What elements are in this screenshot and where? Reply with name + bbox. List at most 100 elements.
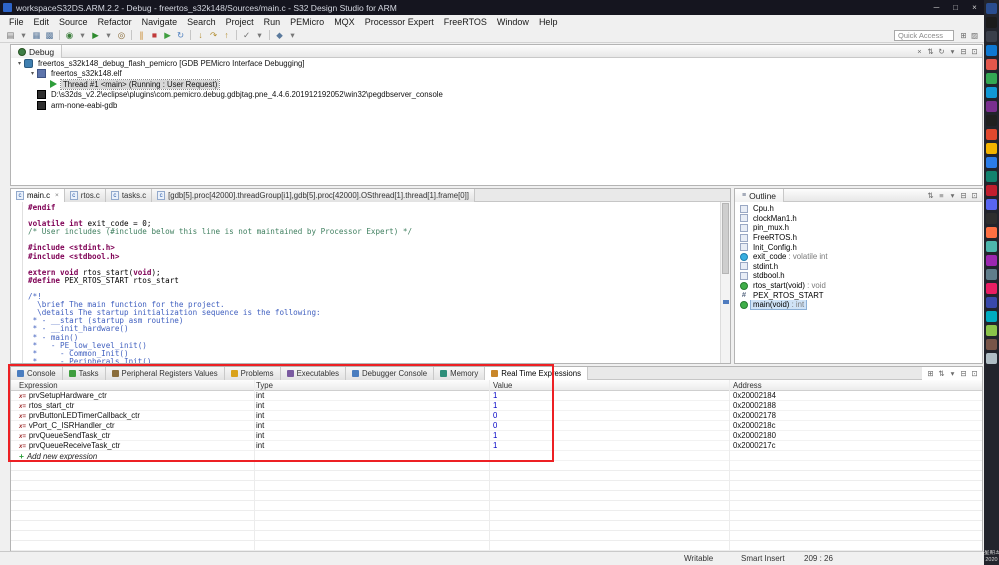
taskbar-app-icon[interactable]	[986, 185, 997, 196]
editor-tab--gdb-5-proc-42000-thread[interactable]: c [gdb[5].proc[42000].threadGroup[i1],gdb…	[152, 189, 475, 202]
column-separator[interactable]	[489, 380, 490, 550]
menu-source[interactable]: Source	[54, 17, 93, 27]
dropdown-icon[interactable]: ▾	[17, 29, 30, 42]
tab-real-time-expressions[interactable]: Real Time Expressions	[485, 367, 588, 380]
menu-help[interactable]: Help	[534, 17, 563, 27]
expression-row[interactable]: x= rtos_start_ctr int 1 0x20002188	[11, 401, 982, 411]
view-menu-icon[interactable]: ▾	[947, 369, 958, 378]
taskbar-app-icon[interactable]	[986, 59, 997, 70]
minimize-button[interactable]: ─	[927, 0, 946, 15]
scrollbar-thumb[interactable]	[722, 203, 729, 274]
step-into-icon[interactable]: ↓	[194, 29, 207, 42]
menu-mqx[interactable]: MQX	[329, 17, 360, 27]
tab-debugger-console[interactable]: Debugger Console	[346, 367, 435, 380]
minimize-icon[interactable]: ⊟	[958, 191, 969, 200]
taskbar-app-icon[interactable]	[986, 269, 997, 280]
column-header-expression[interactable]: Expression	[19, 380, 58, 391]
tab-tasks[interactable]: Tasks	[62, 367, 106, 380]
menu-refactor[interactable]: Refactor	[93, 17, 137, 27]
new-wizard-icon[interactable]: ▤	[4, 29, 17, 42]
taskbar-app-icon[interactable]	[986, 129, 997, 140]
taskbar-app-icon[interactable]	[986, 45, 997, 56]
outline-item[interactable]: Cpu.h	[735, 204, 982, 214]
minimize-icon[interactable]: ⊟	[958, 47, 969, 56]
taskbar-app-icon[interactable]	[986, 115, 997, 126]
debug-icon[interactable]: ◉	[63, 29, 76, 42]
taskbar-app-icon[interactable]	[986, 283, 997, 294]
column-header-type[interactable]: Type	[256, 380, 273, 391]
taskbar-app-icon[interactable]	[986, 101, 997, 112]
view-menu-icon[interactable]: ▾	[947, 47, 958, 56]
outline-item[interactable]: stdint.h	[735, 262, 982, 272]
collapse-all-icon[interactable]: ⇅	[936, 369, 947, 378]
tab-console[interactable]: Console	[11, 367, 63, 380]
taskbar-app-icon[interactable]	[986, 241, 997, 252]
close-button[interactable]: ×	[965, 0, 984, 15]
column-header-address[interactable]: Address	[733, 380, 762, 391]
taskbar-clock[interactable]: 星期五 2020	[984, 550, 999, 563]
dropdown-icon[interactable]: ▾	[76, 29, 89, 42]
profile-icon[interactable]: ◎	[115, 29, 128, 42]
minimize-icon[interactable]: ⊟	[958, 369, 969, 378]
maximize-icon[interactable]: ⊡	[969, 47, 980, 56]
run-icon[interactable]: ▶	[89, 29, 102, 42]
menu-run[interactable]: Run	[259, 17, 286, 27]
taskbar-app-icon[interactable]	[986, 143, 997, 154]
taskbar-app-icon[interactable]	[986, 171, 997, 182]
expression-row[interactable]: x= prvQueueSendTask_ctr int 1 0x20002180	[11, 431, 982, 441]
taskbar-app-icon[interactable]	[986, 325, 997, 336]
code-area[interactable]: #endif volatile int exit_code = 0;/* Use…	[28, 204, 719, 363]
taskbar-app-icon[interactable]	[986, 353, 997, 364]
column-header-value[interactable]: Value	[493, 380, 512, 391]
remove-terminated-icon[interactable]: ×	[914, 47, 925, 56]
debug-tree-item[interactable]: Thread #1 <main> (Running : User Request…	[11, 79, 982, 90]
expression-row[interactable]: x= vPort_C_ISRHandler_ctr int 0 0x2000218c	[11, 421, 982, 431]
tab-debug[interactable]: Debug	[11, 45, 63, 58]
editor-tab-main-c[interactable]: c main.c ×	[11, 189, 65, 202]
taskbar-app-icon[interactable]	[986, 199, 997, 210]
outline-item[interactable]: clockMan1.h	[735, 214, 982, 224]
taskbar-app-icon[interactable]	[986, 339, 997, 350]
external-tools-icon[interactable]: ◆	[273, 29, 286, 42]
dropdown-icon[interactable]: ▾	[102, 29, 115, 42]
resume-icon[interactable]: ▶	[161, 29, 174, 42]
dropdown-icon[interactable]: ▾	[253, 29, 266, 42]
tab-outline[interactable]: ≡ Outline	[735, 189, 785, 202]
column-separator[interactable]	[729, 380, 730, 550]
step-over-icon[interactable]: ↷	[207, 29, 220, 42]
taskbar-app-icon[interactable]	[986, 73, 997, 84]
debug-tree-item[interactable]: D:\s32ds_v2.2\eclipse\plugins\com.pemicr…	[11, 90, 982, 101]
maximize-icon[interactable]: ⊡	[969, 369, 980, 378]
code-editor[interactable]: #endif volatile int exit_code = 0;/* Use…	[11, 202, 730, 363]
add-icon[interactable]: ⊞	[925, 369, 936, 378]
restart-icon[interactable]: ↻	[174, 29, 187, 42]
outline-item[interactable]: FreeRTOS.h	[735, 233, 982, 243]
outline-item[interactable]: Init_Config.h	[735, 242, 982, 252]
taskbar-app-icon[interactable]	[986, 311, 997, 322]
taskbar-app-icon[interactable]	[986, 3, 997, 14]
perspective-cpp-icon[interactable]: ▨	[969, 31, 980, 40]
menu-search[interactable]: Search	[182, 17, 221, 27]
taskbar-app-icon[interactable]	[986, 31, 997, 42]
view-menu-icon[interactable]: ▾	[947, 191, 958, 200]
taskbar-app-icon[interactable]	[986, 17, 997, 28]
outline-item[interactable]: stdbool.h	[735, 271, 982, 281]
quick-access-box[interactable]: Quick Access	[894, 29, 954, 41]
mark-occurrences-icon[interactable]: ✓	[240, 29, 253, 42]
expression-row[interactable]: x= prvButtonLEDTimerCallback_ctr int 0 0x200…	[11, 411, 982, 421]
outline-item[interactable]: pin_mux.h	[735, 223, 982, 233]
taskbar-app-icon[interactable]	[986, 297, 997, 308]
menu-processor-expert[interactable]: Processor Expert	[360, 17, 439, 27]
menu-project[interactable]: Project	[221, 17, 259, 27]
column-separator[interactable]	[254, 380, 255, 550]
expression-row[interactable]: x= prvQueueReceiveTask_ctr int 1 0x2000217c	[11, 441, 982, 451]
terminate-icon[interactable]: ■	[148, 29, 161, 42]
debug-tree-item[interactable]: arm-none-eabi-gdb	[11, 100, 982, 111]
menu-navigate[interactable]: Navigate	[137, 17, 183, 27]
outline-item[interactable]: exit_code : volatile int	[735, 252, 982, 262]
tab-peripheral-registers-values[interactable]: Peripheral Registers Values	[105, 367, 225, 380]
taskbar-app-icon[interactable]	[986, 227, 997, 238]
taskbar-app-icon[interactable]	[986, 213, 997, 224]
debug-tree-item[interactable]: ▾ freertos_s32k148.elf	[11, 69, 982, 80]
dropdown-icon[interactable]: ▾	[286, 29, 299, 42]
